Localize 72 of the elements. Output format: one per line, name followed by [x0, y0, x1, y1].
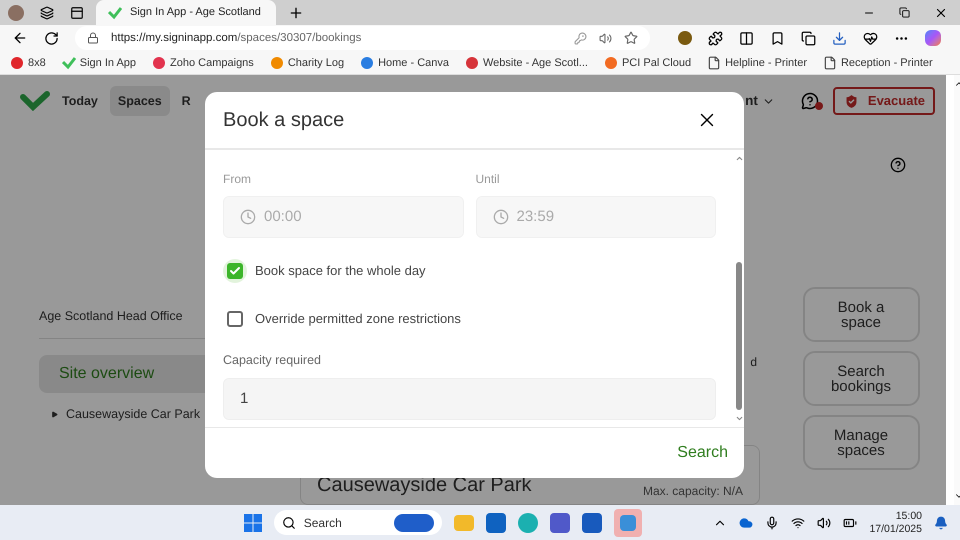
bookmark[interactable]: 8x8 [8, 52, 48, 73]
page-icon [822, 56, 837, 70]
table-cell-text: d [750, 354, 758, 372]
bookmark[interactable]: Zoho Campaigns [150, 52, 256, 73]
field-label: From [223, 171, 252, 188]
check-icon [62, 56, 76, 70]
check-icon [229, 265, 241, 278]
action-button[interactable]: Book a space [802, 287, 920, 342]
evacuate-button[interactable]: Evacuate [832, 87, 935, 116]
clock-icon [240, 209, 256, 226]
workspaces-icon[interactable] [40, 6, 54, 20]
bookmark-icon [360, 56, 374, 70]
nav-tab[interactable]: R [176, 86, 197, 116]
bookmark[interactable]: Reception - Printer [820, 52, 935, 73]
notification-icon[interactable] [934, 516, 948, 530]
avatar-icon [8, 4, 24, 20]
address-field[interactable]: https://my.signinapp.com/spaces/30307/bookings [75, 26, 650, 50]
volume-icon[interactable] [817, 516, 832, 530]
bookmark[interactable]: Sign In App [60, 52, 138, 73]
photos-app-icon[interactable] [614, 508, 642, 537]
mic-icon[interactable] [765, 516, 780, 530]
logo-icon [20, 91, 50, 112]
dialog-title: Book a space [223, 108, 344, 134]
search-icon [282, 516, 296, 530]
bookmark-icon [604, 56, 618, 70]
bookmark-icon [465, 56, 479, 70]
bookmark-icon [152, 56, 166, 70]
health-icon[interactable] [863, 30, 878, 46]
cloud-icon[interactable] [739, 516, 754, 530]
split-screen-icon[interactable] [739, 30, 754, 46]
field-label: Until [476, 171, 501, 188]
card-title: Causewayside Car Park [317, 473, 532, 498]
star-icon[interactable] [624, 31, 638, 46]
bookmark[interactable]: Website - Age Scotl... [463, 52, 590, 73]
reload-icon[interactable] [44, 30, 59, 46]
new-tab-icon[interactable] [288, 4, 304, 20]
lock-icon [87, 32, 99, 44]
taskbar-search-field[interactable]: Search [274, 510, 442, 536]
clock-icon [492, 209, 508, 226]
checkbox[interactable] [223, 259, 247, 284]
download-icon[interactable] [832, 30, 847, 46]
clock[interactable]: 15:00 17/01/2025 [869, 510, 922, 536]
bookmark[interactable]: PCI Pal Cloud [602, 52, 694, 73]
search-button[interactable]: Search [673, 441, 732, 466]
favorites-icon[interactable] [770, 30, 785, 46]
collections-icon[interactable] [801, 30, 816, 46]
restore-icon[interactable] [899, 7, 910, 18]
key-icon [574, 32, 587, 45]
bookmark-icon [10, 56, 24, 70]
action-button[interactable]: Search bookings [802, 351, 920, 406]
start-icon[interactable] [244, 514, 262, 532]
tab-actions-icon[interactable] [70, 6, 84, 20]
help-icon[interactable] [890, 157, 906, 174]
bookmark-icon [270, 56, 284, 70]
bookmark[interactable]: Helpline - Printer [705, 52, 809, 73]
page-icon [707, 56, 722, 70]
capacity-field[interactable]: 1 [223, 378, 716, 420]
action-button[interactable]: Manage spaces [802, 415, 920, 470]
wifi-icon[interactable] [791, 516, 806, 530]
nav-menu[interactable]: nt [745, 90, 775, 112]
check-icon [108, 6, 122, 20]
nav-tab[interactable]: Today [56, 86, 104, 116]
browser-tab[interactable]: Sign In App - Age Scotland [96, 0, 276, 25]
bookmark[interactable]: Charity Log [268, 52, 346, 73]
checkbox-label: Book space for the whole day [255, 262, 426, 280]
read-aloud-icon[interactable] [599, 32, 612, 45]
back-icon[interactable] [12, 30, 28, 46]
nav-tab[interactable]: Spaces [110, 86, 170, 116]
capacity-text: Max. capacity: N/A [642, 483, 743, 500]
bookmark[interactable]: Home - Canva [358, 52, 451, 73]
caret-icon [51, 410, 58, 418]
extensions-icon[interactable] [708, 30, 723, 46]
